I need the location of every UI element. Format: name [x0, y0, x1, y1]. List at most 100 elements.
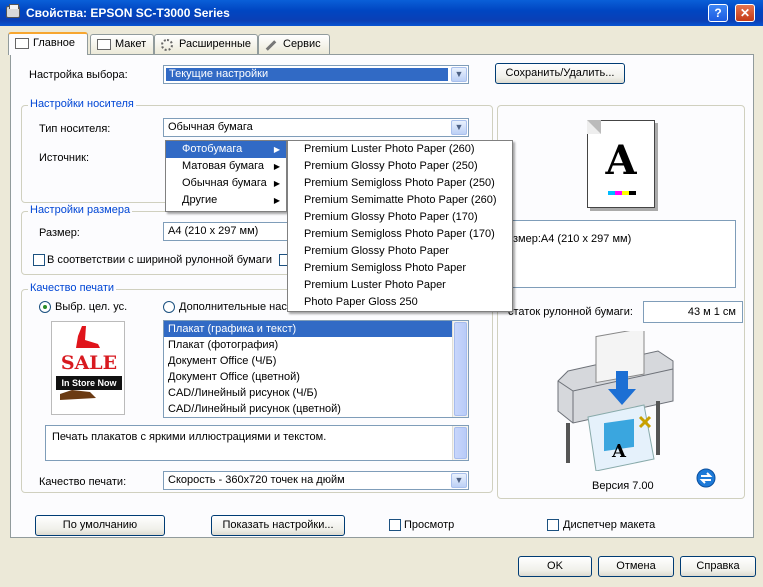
submenu-item[interactable]: Premium Semimatte Photo Paper (260)	[288, 192, 512, 209]
advanced-radio[interactable]	[163, 301, 175, 313]
roll-width-label: В соответствии с шириной рулонной бумаги	[47, 254, 272, 266]
list-item[interactable]: CAD/Линейный рисунок (Ч/Б)	[164, 385, 468, 401]
layout-manager-checkbox[interactable]	[547, 519, 559, 531]
list-item[interactable]: Плакат (графика и текст)	[164, 321, 468, 337]
source-label: Источник:	[39, 152, 90, 164]
properties-window: Свойства: EPSON SC-T3000 Series ? ✕ Глав…	[0, 0, 763, 587]
window-title: Свойства: EPSON SC-T3000 Series	[26, 6, 230, 20]
chevron-down-icon[interactable]: ▼	[451, 67, 467, 82]
page-layout-icon	[97, 39, 111, 50]
list-item[interactable]: CAD/Линейный рисунок (цветной)	[164, 401, 468, 417]
tab-advanced[interactable]: Расширенные	[154, 34, 258, 54]
menu-item-label: Обычная бумага	[182, 177, 267, 189]
list-item[interactable]: Документ Office (цветной)	[164, 369, 468, 385]
list-item[interactable]: Документ Office (Ч/Б)	[164, 353, 468, 369]
printer-icon: A	[557, 331, 674, 471]
chevron-down-icon[interactable]: ▼	[451, 473, 467, 488]
submenu-item[interactable]: Premium Semigloss Photo Paper	[288, 260, 512, 277]
submenu-item[interactable]: Premium Glossy Photo Paper (170)	[288, 209, 512, 226]
submenu-item[interactable]: Premium Glossy Photo Paper	[288, 243, 512, 260]
submenu-item[interactable]: Premium Luster Photo Paper (260)	[288, 141, 512, 158]
scroll-thumb[interactable]	[454, 322, 467, 416]
menu-item-other[interactable]: Другие ▶	[166, 192, 286, 209]
menu-item-matte-paper[interactable]: Матовая бумага ▶	[166, 158, 286, 175]
media-type-label: Тип носителя:	[39, 123, 111, 135]
preset-label: Настройка выбора:	[29, 69, 128, 81]
roll-width-checkbox[interactable]	[33, 254, 45, 266]
quality-value: Скорость - 360x720 точек на дюйм	[168, 474, 345, 486]
preview-checkbox[interactable]	[389, 519, 401, 531]
description-text: Печать плакатов с яркими иллюстрациями и…	[52, 431, 327, 443]
submenu-item[interactable]: Premium Glossy Photo Paper (250)	[288, 158, 512, 175]
list-scrollbar[interactable]	[452, 321, 468, 417]
menu-item-label: Матовая бумага	[182, 160, 265, 172]
size-info-box: змер:A4 (210 x 297 мм)	[508, 220, 736, 288]
size-group-title: Настройки размера	[28, 204, 133, 216]
main-panel: Настройка выбора: Текущие настройки ▼ Со…	[10, 54, 754, 538]
submenu-arrow-icon: ▶	[273, 196, 280, 205]
media-type-menu[interactable]: Фотобумага ▶ Матовая бумага ▶ Обычная бума…	[165, 140, 287, 212]
paper-preview: A	[587, 120, 655, 208]
target-preview-image: SALE In Store Now	[51, 321, 125, 415]
roll-remaining-value: 43 м 1 см	[643, 301, 743, 323]
description-box: Печать плакатов с яркими иллюстрациями и…	[45, 425, 469, 461]
tab-label: Макет	[115, 38, 147, 50]
media-type-value: Обычная бумага	[168, 121, 253, 133]
sale-sub-text: In Store Now	[56, 376, 122, 390]
quality-label: Качество печати:	[39, 476, 127, 488]
menu-item-label: Другие	[182, 194, 218, 206]
tab-label: Главное	[33, 37, 76, 49]
size-info-text: змер:A4 (210 x 297 мм)	[513, 233, 632, 245]
save-delete-button[interactable]: Сохранить/Удалить...	[495, 63, 625, 84]
close-button[interactable]: ✕	[735, 4, 755, 22]
svg-text:A: A	[611, 441, 627, 462]
title-bar[interactable]: Свойства: EPSON SC-T3000 Series ? ✕	[0, 0, 763, 26]
paper-letter: A	[605, 137, 637, 184]
printer-tab-icon	[15, 38, 29, 49]
target-radio-label: Выбр. цел. ус.	[55, 301, 128, 313]
tab-layout[interactable]: Макет	[90, 34, 154, 54]
menu-item-plain-paper[interactable]: Обычная бумага ▶	[166, 175, 286, 192]
color-bar-icon	[608, 191, 636, 195]
refresh-icon[interactable]	[696, 468, 716, 488]
scroll-thumb[interactable]	[454, 427, 467, 459]
show-settings-button[interactable]: Показать настройки...	[211, 515, 345, 536]
tab-main[interactable]: Главное	[8, 32, 88, 55]
printer-icon	[6, 4, 20, 18]
submenu-item[interactable]: Photo Paper Gloss 250	[288, 294, 512, 311]
photo-paper-submenu[interactable]: Premium Luster Photo Paper (260) Premium…	[287, 140, 513, 312]
submenu-item[interactable]: Premium Luster Photo Paper	[288, 277, 512, 294]
submenu-arrow-icon: ▶	[273, 179, 280, 188]
target-radio[interactable]	[39, 301, 51, 313]
tab-service[interactable]: Сервис	[258, 34, 330, 54]
defaults-button[interactable]: По умолчанию	[35, 515, 165, 536]
size-value: A4 (210 x 297 мм)	[168, 225, 259, 237]
media-group-title: Настройки носителя	[28, 98, 136, 110]
ok-button[interactable]: OK	[518, 556, 592, 577]
description-scrollbar[interactable]	[452, 426, 468, 460]
menu-item-photo-paper[interactable]: Фотобумага ▶	[166, 141, 286, 158]
target-list[interactable]: Плакат (графика и текст) Плакат (фотогра…	[163, 320, 469, 418]
chevron-down-icon[interactable]: ▼	[451, 120, 467, 135]
help-button[interactable]: Справка	[680, 556, 756, 577]
menu-item-label: Фотобумага	[182, 143, 243, 155]
preset-value: Текущие настройки	[166, 68, 448, 81]
version-text: Версия 7.00	[592, 480, 654, 492]
sale-text: SALE	[60, 352, 118, 374]
help-title-button[interactable]: ?	[708, 4, 728, 22]
tab-label: Сервис	[283, 38, 321, 50]
quality-group-title: Качество печати	[28, 282, 117, 294]
page-fold-icon	[587, 120, 601, 134]
submenu-arrow-icon: ▶	[273, 162, 280, 171]
media-type-select[interactable]: Обычная бумага ▼	[163, 118, 469, 137]
cancel-button[interactable]: Отмена	[598, 556, 674, 577]
submenu-item[interactable]: Premium Semigloss Photo Paper (170)	[288, 226, 512, 243]
submenu-item[interactable]: Premium Semigloss Photo Paper (250)	[288, 175, 512, 192]
preview-label: Просмотр	[404, 519, 455, 531]
gear-icon	[161, 39, 173, 51]
quality-select[interactable]: Скорость - 360x720 точек на дюйм ▼	[163, 471, 469, 490]
preset-select[interactable]: Текущие настройки ▼	[163, 65, 469, 84]
list-item[interactable]: Плакат (фотография)	[164, 337, 468, 353]
submenu-arrow-icon: ▶	[273, 145, 280, 154]
layout-manager-label: Диспетчер макета	[563, 519, 656, 531]
